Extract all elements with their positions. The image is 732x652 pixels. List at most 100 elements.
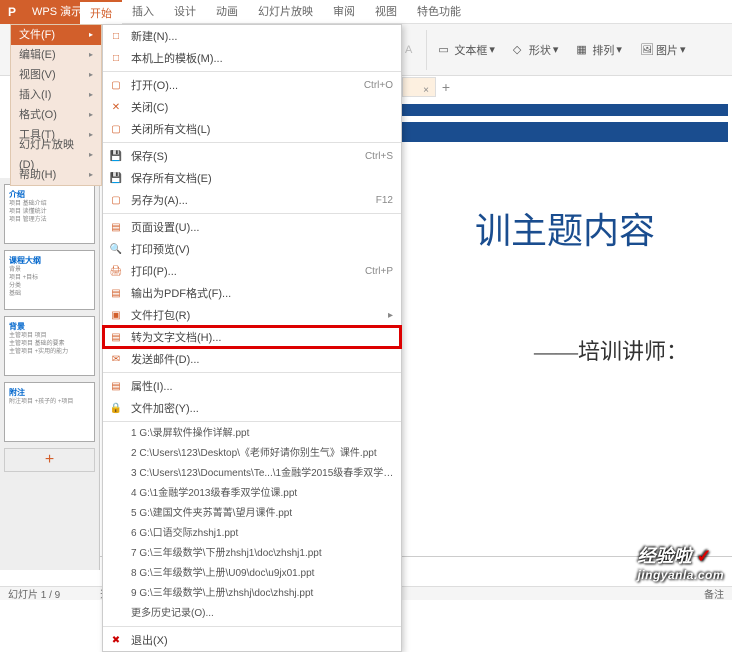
- submenu-item[interactable]: □本机上的模板(M)...: [103, 47, 401, 69]
- shape-icon: ◇: [513, 43, 527, 57]
- ribbon-tabs: 开始 插入 设计 动画 幻灯片放映 审阅 视图 特色功能: [80, 0, 471, 24]
- recent-file[interactable]: 7 G:\三年级数学\下册zhshj1\doc\zhshj1.ppt: [103, 544, 401, 564]
- submenu-item[interactable]: 🔒文件加密(Y)...: [103, 397, 401, 419]
- menu-item-icon: ▣: [107, 307, 125, 323]
- menu-item-label: 打开(O)...: [131, 77, 364, 93]
- separator: [103, 213, 401, 214]
- tab-start[interactable]: 开始: [80, 0, 122, 24]
- chevron-down-icon: ▾: [489, 43, 495, 56]
- font-placeholder: A: [405, 44, 412, 56]
- submenu-item[interactable]: ▤转为文字文档(H)...: [103, 326, 401, 348]
- slide-canvas[interactable]: 训主题内容 ——培训讲师：: [402, 98, 728, 552]
- shape-button[interactable]: ◇形状▾: [506, 39, 566, 61]
- menu-item-icon: ▤: [107, 219, 125, 235]
- shortcut: Ctrl+S: [365, 151, 393, 162]
- slide-thumbnail[interactable]: 背景主管项目 项目主管项目 基础的要素主管项目 +实用的能力4: [4, 316, 95, 376]
- shortcut: Ctrl+O: [364, 80, 393, 91]
- separator: [103, 142, 401, 143]
- file-submenu: □新建(N)...□本机上的模板(M)...▢打开(O)...Ctrl+O✕关闭…: [102, 24, 402, 652]
- submenu-item[interactable]: ✕ 关闭(C): [103, 96, 401, 118]
- submenu-item[interactable]: ▢打开(O)...Ctrl+O: [103, 74, 401, 96]
- submenu-item[interactable]: ▤属性(I)...: [103, 375, 401, 397]
- chevron-right-icon: ▸: [89, 105, 93, 125]
- exit-label: 退出(X): [131, 632, 393, 648]
- document-tab[interactable]: ×: [402, 77, 436, 97]
- close-icon[interactable]: ×: [423, 81, 429, 101]
- slide-thumbnail[interactable]: 课程大纲背景项目 +目标分类基础3: [4, 250, 95, 310]
- submenu-item[interactable]: 💾保存所有文档(E): [103, 167, 401, 189]
- menu-item-label: 打印(P)...: [131, 263, 365, 279]
- recent-file[interactable]: 4 G:\1金融学2013级春季双学位课.ppt: [103, 484, 401, 504]
- menu-item-icon: 🔒: [107, 400, 125, 416]
- slide-thumbnail[interactable]: 附注附注项目 +孩子的 +项目5: [4, 382, 95, 442]
- file-menu-item[interactable]: 编辑(E)▸: [11, 45, 101, 65]
- submenu-item[interactable]: ✉发送邮件(D)...: [103, 348, 401, 370]
- add-tab-button[interactable]: +: [436, 77, 456, 97]
- textbox-label: 文本框: [454, 42, 487, 58]
- submenu-item[interactable]: ▣文件打包(R)▸: [103, 304, 401, 326]
- submenu-item[interactable]: ▤ 输出为PDF格式(F)...: [103, 282, 401, 304]
- menu-item-label: 关闭(C): [131, 99, 393, 115]
- tab-slideshow[interactable]: 幻灯片放映: [248, 0, 323, 24]
- menu-item-label: 文件打包(R): [131, 307, 388, 323]
- menu-item-icon: ▤: [107, 378, 125, 394]
- textbox-icon: ▭: [438, 43, 452, 57]
- arrange-icon: ▦: [576, 43, 590, 57]
- tab-insert[interactable]: 插入: [122, 0, 164, 24]
- slide-thumbnail[interactable]: 介绍项目 基础介绍项目 读懂统计项目 管理方法2: [4, 184, 95, 244]
- file-menu-item[interactable]: 文件(F)▸: [11, 25, 101, 45]
- recent-file[interactable]: 6 G:\口语交际zhshj1.ppt: [103, 524, 401, 544]
- separator: [103, 626, 401, 627]
- status-notes[interactable]: 备注: [704, 586, 724, 601]
- file-menu-item[interactable]: 格式(O)▸: [11, 105, 101, 125]
- file-menu-item[interactable]: 视图(V)▸: [11, 65, 101, 85]
- recent-file[interactable]: 9 G:\三年级数学\上册\zhshj\doc\zhshj.ppt: [103, 584, 401, 604]
- recent-file[interactable]: 5 G:\建国文件夹苏菁菁\望月课件.ppt: [103, 504, 401, 524]
- file-menu: 文件(F)▸编辑(E)▸视图(V)▸插入(I)▸格式(O)▸工具(T)▸幻灯片放…: [10, 24, 102, 186]
- menu-item-icon: 🔍: [107, 241, 125, 257]
- submenu-item[interactable]: ▢关闭所有文档(L): [103, 118, 401, 140]
- tab-animation[interactable]: 动画: [206, 0, 248, 24]
- watermark-url: jingyanla.com: [637, 568, 724, 582]
- menu-item-icon: ▢: [107, 192, 125, 208]
- submenu-item[interactable]: 🔍打印预览(V): [103, 238, 401, 260]
- separator: [103, 372, 401, 373]
- tab-review[interactable]: 审阅: [323, 0, 365, 24]
- menu-item-icon: ✕: [107, 99, 125, 115]
- recent-file[interactable]: 2 C:\Users\123\Desktop\《老师好请你别生气》课件.ppt: [103, 444, 401, 464]
- tab-view[interactable]: 视图: [365, 0, 407, 24]
- submenu-item[interactable]: 🖨打印(P)...Ctrl+P: [103, 260, 401, 282]
- picture-label: 图片: [656, 42, 678, 58]
- submenu-item[interactable]: 💾保存(S)Ctrl+S: [103, 145, 401, 167]
- more-history[interactable]: 更多历史记录(O)...: [103, 604, 401, 624]
- separator: [103, 421, 401, 422]
- add-slide-button[interactable]: +: [4, 448, 95, 472]
- picture-button[interactable]: 🖼图片▾: [633, 39, 693, 61]
- menu-item-icon: ▤: [107, 285, 125, 301]
- menu-item-label: 本机上的模板(M)...: [131, 50, 393, 66]
- recent-file[interactable]: 8 G:\三年级数学\上册\U09\doc\u9jx01.ppt: [103, 564, 401, 584]
- slide-subtitle[interactable]: ——培训讲师：: [402, 334, 688, 366]
- menu-item-icon: ▤: [107, 329, 125, 345]
- file-menu-item[interactable]: 插入(I)▸: [11, 85, 101, 105]
- tab-special[interactable]: 特色功能: [407, 0, 471, 24]
- slide-title[interactable]: 训主题内容: [402, 202, 728, 254]
- arrange-button[interactable]: ▦排列▾: [569, 39, 629, 61]
- slide-panel: 介绍项目 基础介绍项目 读懂统计项目 管理方法2课程大纲背景项目 +目标分类基础…: [0, 178, 100, 570]
- textbox-button[interactable]: ▭文本框▾: [431, 39, 502, 61]
- picture-icon: 🖼: [640, 43, 654, 57]
- decor-bar: [402, 122, 728, 142]
- file-menu-item[interactable]: 幻灯片放映(D)▸: [11, 145, 101, 165]
- recent-file[interactable]: 3 C:\Users\123\Documents\Te...\1金融学2015级…: [103, 464, 401, 484]
- recent-file[interactable]: 1 G:\录屏软件操作详解.ppt: [103, 424, 401, 444]
- chevron-right-icon: ▸: [89, 125, 93, 145]
- menu-item-label: 另存为(A)...: [131, 192, 376, 208]
- menu-item-icon: 💾: [107, 148, 125, 164]
- submenu-item[interactable]: □新建(N)...: [103, 25, 401, 47]
- menu-item-label: 输出为PDF格式(F)...: [131, 285, 393, 301]
- exit-item[interactable]: ✖退出(X): [103, 629, 401, 651]
- tab-design[interactable]: 设计: [164, 0, 206, 24]
- submenu-item[interactable]: ▢另存为(A)...F12: [103, 189, 401, 211]
- menu-item-label: 关闭所有文档(L): [131, 121, 393, 137]
- submenu-item[interactable]: ▤页面设置(U)...: [103, 216, 401, 238]
